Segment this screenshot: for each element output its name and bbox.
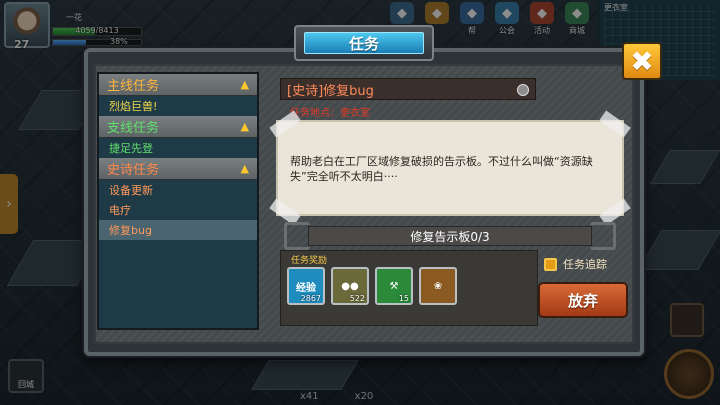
reward-item[interactable]: 经验 2867 [287,267,325,305]
track-label: 任务追踪 [563,258,607,271]
reward-item[interactable]: ●● 522 [331,267,369,305]
reward-items: 经验 2867 ●● 522 ⚒ 15 ❀ [287,267,457,305]
quest-list-item[interactable]: 烈焰巨兽! [99,96,257,116]
dialog-title: 任务 [304,32,424,54]
tape-decoration [269,110,301,138]
quest-detail-pane: [史诗]修复bug 任务地点：更衣室 帮助老白在工厂区域修复破损的告示板。不过什… [268,68,632,330]
quest-progress: 修复告示板0/3 [308,226,592,246]
reward-label: 任务奖励 [291,256,328,266]
reward-item[interactable]: ⚒ 15 [375,267,413,305]
quest-name-bar: [史诗]修复bug [280,78,536,100]
quest-location: 任务地点：更衣室 [290,108,370,119]
track-quest-toggle[interactable]: 任务追踪 [544,256,607,272]
quest-status-dot [517,84,529,96]
category-title: 主线任务 [107,79,160,94]
quest-list-item[interactable]: 设备更新 [99,180,257,200]
quest-list-item[interactable]: 修复bug [99,220,257,240]
category-header[interactable]: 支线任务 ▲ [99,116,257,138]
track-checkbox[interactable] [544,257,557,271]
dialog-title-plate: 任务 [294,25,434,61]
quest-list-item[interactable]: 捷足先登 [99,138,257,158]
category-title: 史诗任务 [107,163,160,178]
progress-bracket-left [284,222,310,250]
reward-quantity: 2867 [300,294,321,303]
reward-item[interactable]: ❀ [419,267,457,305]
close-icon: ✖ [630,44,654,78]
chevron-up-icon: ▲ [240,78,249,91]
abandon-label: 放弃 [567,291,598,310]
quest-list-item[interactable]: 电疗 [99,200,257,220]
reward-panel: 任务奖励 经验 2867 ●● 522 ⚒ 15 ❀ [280,250,538,326]
reward-quantity: 15 [398,294,409,303]
quest-description: 帮助老白在工厂区域修复破损的告示板。不过什么叫做“资源缺失”完全听不太明白···… [290,155,593,183]
progress-bracket-right [590,222,616,250]
quest-category-list: 主线任务 ▲ 烈焰巨兽! 支线任务 ▲ 捷足先登史诗任务 ▲ 设备更新 电疗 修复bug [97,72,259,330]
quest-description-note: 帮助老白在工厂区域修复破损的告示板。不过什么叫做“资源缺失”完全听不太明白···… [269,110,631,226]
chevron-up-icon: ▲ [240,162,249,175]
quest-name: [史诗]修复bug [287,83,374,99]
chevron-up-icon: ▲ [240,120,249,133]
category-title: 支线任务 [107,121,160,136]
tape-decoration [599,110,631,138]
reward-quantity: 522 [349,294,365,303]
category-header[interactable]: 史诗任务 ▲ [99,158,257,180]
abandon-button[interactable]: 放弃 [538,282,628,318]
scroll-icon: ❀ [433,280,443,292]
category-header[interactable]: 主线任务 ▲ [99,74,257,96]
